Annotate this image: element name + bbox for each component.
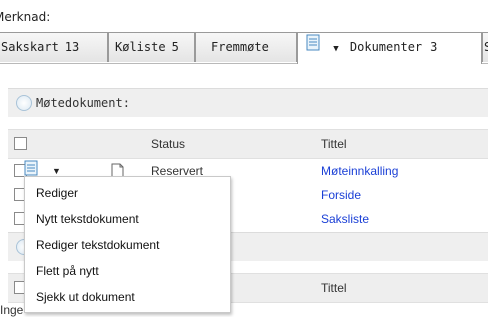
column-title[interactable]: Tittel xyxy=(321,281,347,295)
menu-item-nytt-tekstdokument[interactable]: Nytt tekstdokument xyxy=(25,206,230,232)
section-title: Møtedokument: xyxy=(36,96,130,110)
tab-count: 5 xyxy=(171,40,179,54)
menu-item-rediger[interactable]: Rediger xyxy=(25,180,230,206)
menu-item-flett-pa-nytt[interactable]: Flett på nytt xyxy=(25,258,230,284)
tab-s[interactable]: S xyxy=(482,32,488,62)
tab-label: Dokumenter xyxy=(349,40,423,54)
tab-label: S xyxy=(484,40,488,54)
select-all-checkbox[interactable] xyxy=(14,137,27,150)
menu-item-label: Rediger xyxy=(36,186,79,200)
tab-koliste[interactable]: Køliste 5 xyxy=(108,32,195,62)
tab-fremmote[interactable]: Fremmøte xyxy=(195,32,297,62)
collapse-icon[interactable] xyxy=(16,95,32,111)
merknad-label: Merknad: xyxy=(0,10,51,24)
section-header-motedokument[interactable]: Møtedokument: xyxy=(8,88,488,117)
tab-count: 3 xyxy=(430,40,438,54)
tab-label: Fremmøte xyxy=(211,40,269,54)
menu-item-sjekk-ut-dokument[interactable]: Sjekk ut dokument xyxy=(25,284,230,310)
menu-item-rediger-tekstdokument[interactable]: Rediger tekstdokument xyxy=(25,232,230,258)
row-title-link[interactable]: Møteinnkalling xyxy=(321,160,398,182)
dropdown-arrow-icon[interactable]: ▼ xyxy=(333,44,338,54)
menu-item-label: Rediger tekstdokument xyxy=(36,238,160,252)
tab-count: 13 xyxy=(64,40,80,54)
menu-item-label: Flett på nytt xyxy=(36,264,99,278)
tab-strip: Sakskart 13 Køliste 5 Fremmøte ▼ Dokumente… xyxy=(0,32,488,64)
menu-item-label: Sjekk ut dokument xyxy=(36,290,135,304)
row-title-link[interactable]: Forside xyxy=(321,184,361,206)
column-header: Status Tittel xyxy=(8,129,488,159)
column-status[interactable]: Status xyxy=(151,137,185,151)
empty-text: Inge xyxy=(0,303,24,317)
tab-label: Sakskart xyxy=(1,40,59,54)
tab-sakskart[interactable]: Sakskart 13 xyxy=(0,32,108,62)
document-icon xyxy=(304,34,322,62)
tab-label: Køliste xyxy=(115,40,166,54)
context-menu: Rediger Nytt tekstdokument Rediger tekst… xyxy=(24,176,231,313)
menu-item-label: Nytt tekstdokument xyxy=(36,212,139,226)
row-title-link[interactable]: Saksliste xyxy=(321,208,369,230)
column-title[interactable]: Tittel xyxy=(321,137,347,151)
tab-dokumenter[interactable]: ▼ Dokumenter 3 xyxy=(297,32,482,64)
